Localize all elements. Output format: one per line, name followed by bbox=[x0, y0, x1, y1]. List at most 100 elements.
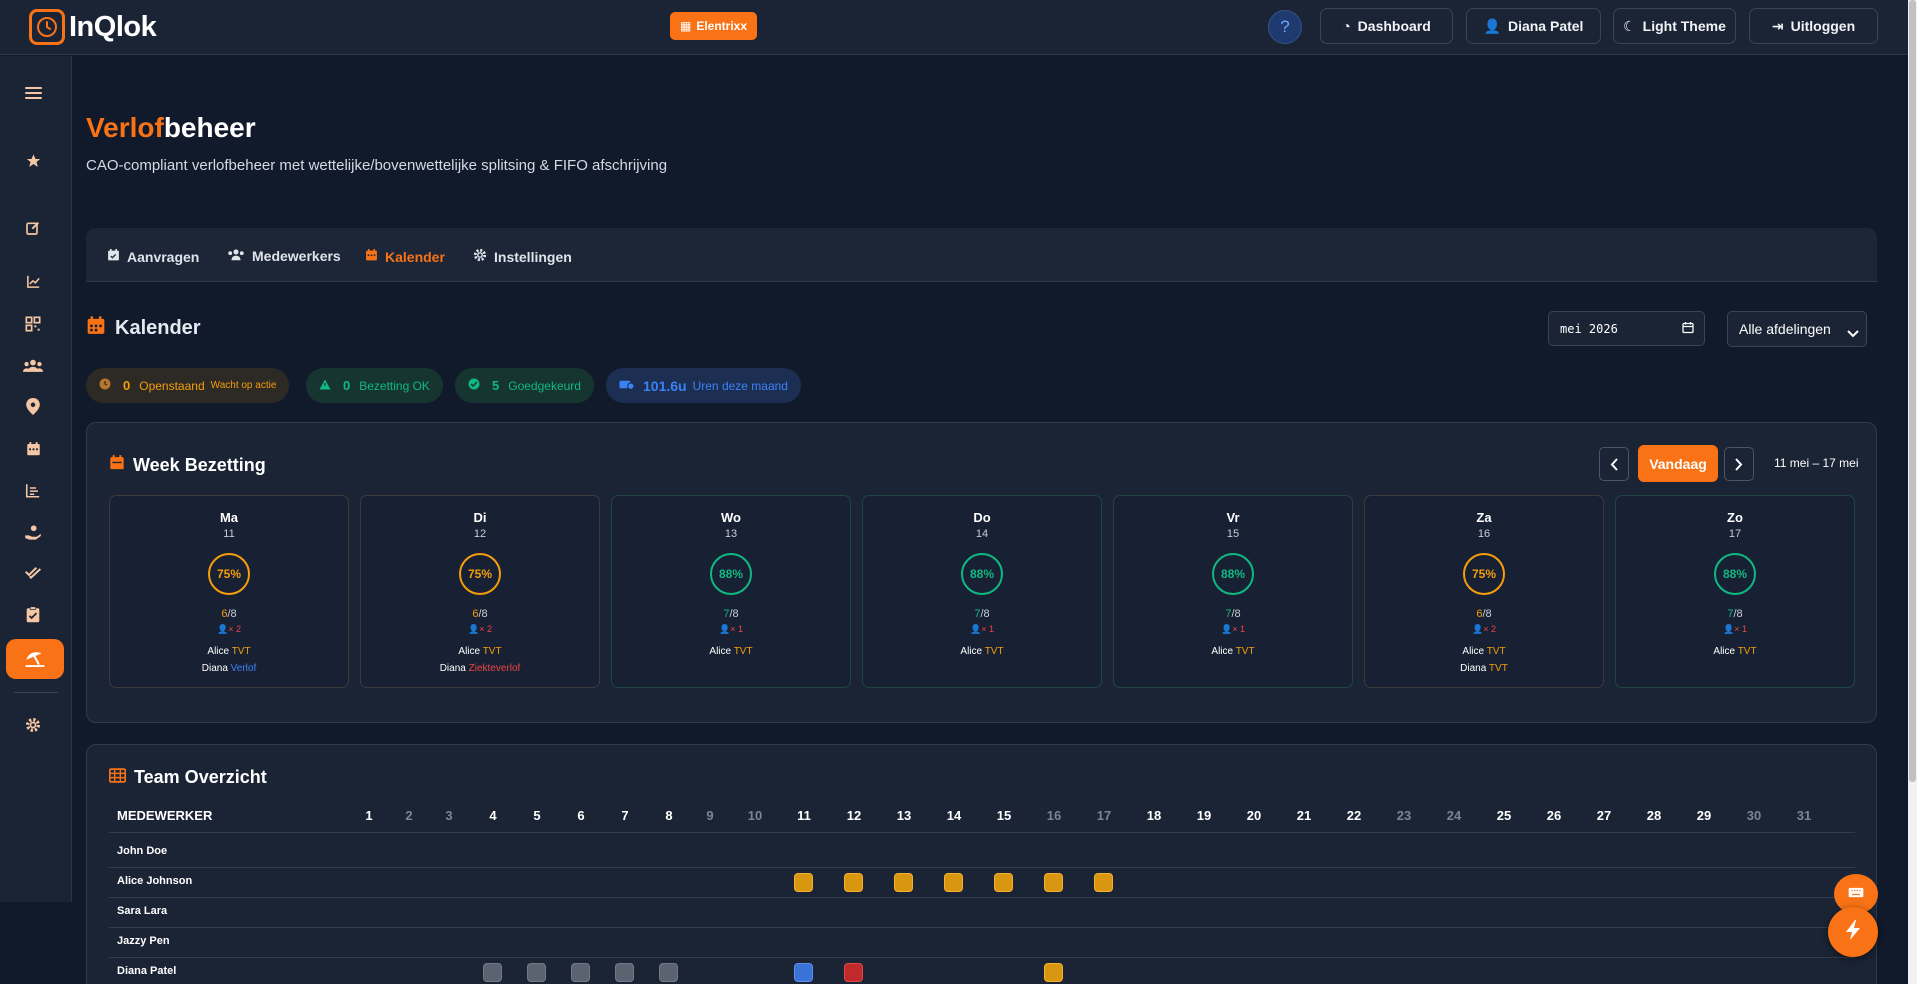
day-card[interactable]: Di 12 75% 6/8 👤× 2 Alice TVT Diana Ziekteverlo… bbox=[360, 495, 600, 688]
user-x-icon: 👤× bbox=[719, 624, 736, 634]
calendar-icon bbox=[86, 315, 106, 342]
gear-icon[interactable] bbox=[14, 706, 52, 744]
leave-cell[interactable] bbox=[1044, 963, 1063, 982]
menu-icon[interactable] bbox=[14, 74, 52, 112]
calendar-icon bbox=[1682, 321, 1694, 337]
leave-cell[interactable] bbox=[794, 873, 813, 892]
leave-cell[interactable] bbox=[571, 963, 590, 982]
employee-name: Diana Patel bbox=[117, 965, 177, 977]
quick-action-button[interactable] bbox=[1828, 907, 1878, 957]
star-icon[interactable] bbox=[14, 142, 52, 180]
hand-coin-icon[interactable] bbox=[14, 513, 52, 551]
gear-icon bbox=[473, 248, 487, 265]
pending-label: Openstaand bbox=[139, 378, 205, 393]
leave-cell[interactable] bbox=[844, 873, 863, 892]
day-column-header: 9 bbox=[706, 808, 714, 823]
day-card[interactable]: Zo 17 88% 7/8 👤× 1 Alice TVT bbox=[1615, 495, 1855, 688]
leave-cell[interactable] bbox=[894, 873, 913, 892]
logout-button[interactable]: ⇥ Uitloggen bbox=[1749, 8, 1878, 44]
table-row: Jazzy Pen bbox=[109, 928, 1855, 958]
leave-type: TVT bbox=[1486, 646, 1506, 657]
chart-line-icon[interactable] bbox=[14, 262, 52, 300]
clipboard-check-icon[interactable] bbox=[14, 595, 52, 633]
employee-name: Alice Johnson bbox=[117, 875, 193, 887]
page-title-rest: beheer bbox=[163, 112, 256, 143]
users-icon[interactable] bbox=[14, 346, 52, 384]
occupancy-ring: 88% bbox=[1212, 553, 1254, 595]
day-column-header: 26 bbox=[1546, 808, 1562, 823]
absent-person: Diana Verlof bbox=[110, 663, 348, 674]
umbrella-beach-icon[interactable] bbox=[6, 639, 64, 679]
day-column-header: 22 bbox=[1346, 808, 1362, 823]
day-column-header: 10 bbox=[747, 808, 763, 823]
employee-name: Jazzy Pen bbox=[117, 935, 170, 947]
leave-type: TVT bbox=[1737, 646, 1757, 657]
leave-cell[interactable] bbox=[1094, 873, 1113, 892]
help-button[interactable]: ? bbox=[1268, 10, 1302, 44]
leave-cell[interactable] bbox=[844, 963, 863, 982]
day-column-header: 21 bbox=[1296, 808, 1312, 823]
tab-medewerkers[interactable]: Medewerkers bbox=[227, 248, 341, 264]
previous-week-button[interactable] bbox=[1599, 447, 1629, 481]
next-week-button[interactable] bbox=[1724, 447, 1754, 481]
tab-instellingen[interactable]: Instellingen bbox=[473, 248, 572, 265]
absent-count: 👤× 1 bbox=[1114, 624, 1352, 635]
day-column-header: 13 bbox=[896, 808, 912, 823]
day-column-header: 4 bbox=[489, 808, 497, 823]
qr-code-icon[interactable] bbox=[14, 305, 52, 343]
edit-icon[interactable] bbox=[14, 209, 52, 247]
day-date: 15 bbox=[1226, 528, 1240, 540]
leave-type: TVT bbox=[1488, 663, 1508, 674]
absent-count: 👤× 2 bbox=[1365, 624, 1603, 635]
user-icon: 👤 bbox=[1483, 17, 1501, 34]
page-subtitle: CAO-compliant verlofbeheer met wettelijk… bbox=[86, 157, 668, 174]
user-x-icon: 👤× bbox=[468, 624, 485, 634]
day-card[interactable]: Wo 13 88% 7/8 👤× 1 Alice TVT bbox=[611, 495, 851, 688]
month-picker[interactable]: mei 2026 bbox=[1548, 311, 1705, 346]
leave-cell[interactable] bbox=[615, 963, 634, 982]
tab-aanvragen[interactable]: Aanvragen bbox=[107, 248, 199, 265]
absent-number: 1 bbox=[737, 624, 743, 634]
leave-cell[interactable] bbox=[483, 963, 502, 982]
leave-cell[interactable] bbox=[794, 963, 813, 982]
page-title: Verlofbeheer bbox=[86, 112, 256, 144]
team-overview-label: Team Overzicht bbox=[134, 767, 267, 787]
employee-column-header: MEDEWERKER bbox=[117, 808, 213, 823]
top-bar: InQlok ▦ Elentrixx ? ◔ Dashboard 👤 Diana… bbox=[0, 0, 1908, 55]
logout-label: Uitloggen bbox=[1790, 18, 1856, 34]
day-column-header: 25 bbox=[1496, 808, 1512, 823]
person-name: Alice bbox=[1713, 646, 1736, 657]
leave-cell[interactable] bbox=[994, 873, 1013, 892]
leave-cell[interactable] bbox=[527, 963, 546, 982]
theme-toggle-button[interactable]: ☾ Light Theme bbox=[1613, 8, 1736, 44]
map-pin-icon[interactable] bbox=[14, 387, 52, 425]
department-select[interactable]: Alle afdelingen bbox=[1727, 311, 1867, 347]
team-overview-title: Team Overzicht bbox=[108, 767, 267, 788]
tab-instellingen-label: Instellingen bbox=[494, 248, 572, 265]
double-check-icon[interactable] bbox=[14, 554, 52, 592]
leave-cell[interactable] bbox=[659, 963, 678, 982]
table-row: Diana Patel bbox=[109, 958, 1855, 984]
scrollbar-thumb[interactable] bbox=[1909, 0, 1916, 782]
leave-cell[interactable] bbox=[1044, 873, 1063, 892]
user-button[interactable]: 👤 Diana Patel bbox=[1466, 8, 1601, 44]
table-row: John Doe bbox=[109, 838, 1855, 868]
day-column-header: 23 bbox=[1396, 808, 1412, 823]
day-card[interactable]: Do 14 88% 7/8 👤× 1 Alice TVT bbox=[862, 495, 1102, 688]
today-button[interactable]: Vandaag bbox=[1638, 445, 1718, 482]
dashboard-button[interactable]: ◔ Dashboard bbox=[1320, 8, 1453, 44]
day-card[interactable]: Za 16 75% 6/8 👤× 2 Alice TVT Diana TVT bbox=[1364, 495, 1604, 688]
day-name: Wo bbox=[721, 510, 741, 525]
keyboard-icon bbox=[1848, 885, 1864, 903]
calendar-section-title: Kalender bbox=[86, 315, 201, 342]
occupancy-ok-count: 0 bbox=[343, 378, 351, 393]
day-card[interactable]: Ma 11 75% 6/8 👤× 2 Alice TVT Diana Verlof bbox=[109, 495, 349, 688]
leave-cell[interactable] bbox=[944, 873, 963, 892]
logo[interactable]: InQlok bbox=[29, 9, 157, 45]
tab-kalender[interactable]: Kalender bbox=[365, 248, 445, 265]
check-circle-icon bbox=[468, 378, 480, 393]
bar-chart-icon[interactable] bbox=[14, 471, 52, 509]
calendar-icon[interactable] bbox=[14, 430, 52, 468]
company-badge[interactable]: ▦ Elentrixx bbox=[670, 12, 758, 40]
day-card[interactable]: Vr 15 88% 7/8 👤× 1 Alice TVT bbox=[1113, 495, 1353, 688]
